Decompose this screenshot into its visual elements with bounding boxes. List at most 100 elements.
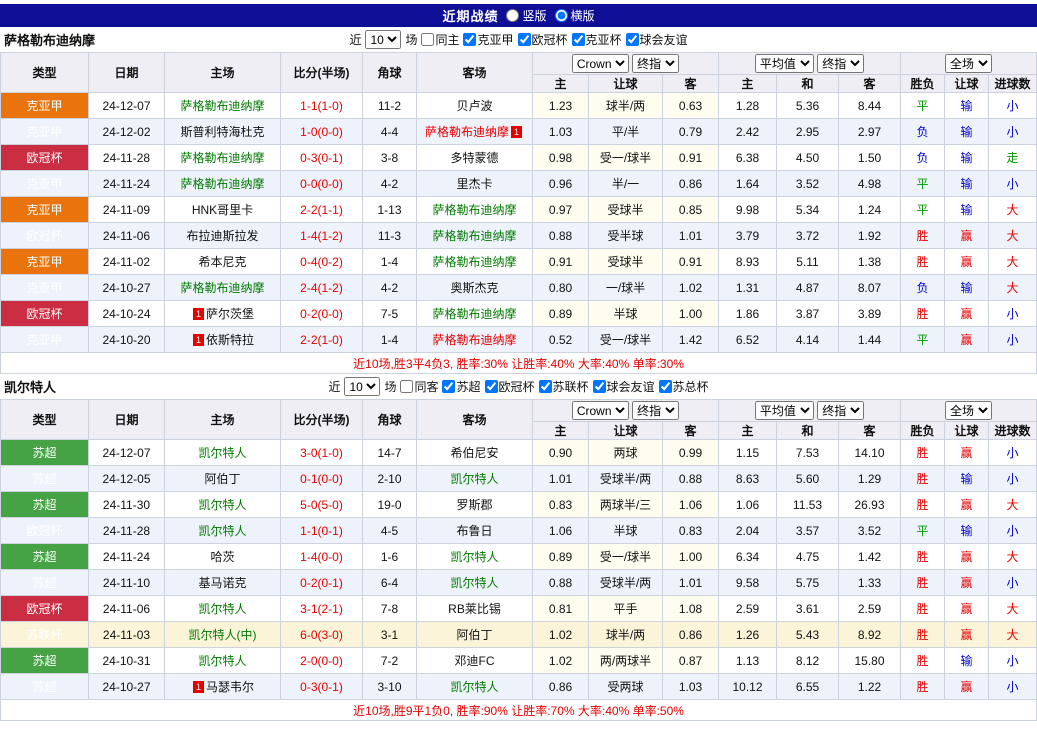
filter-checkboxes-1: 同客苏超欧冠杯苏联杯球会友谊苏总杯 bbox=[400, 378, 708, 395]
odds-group-header: Crown 终指 bbox=[533, 53, 719, 75]
team-name[interactable]: 凯尔特人 bbox=[450, 680, 498, 694]
team-name[interactable]: 贝卢波 bbox=[456, 99, 492, 113]
team-name[interactable]: 马瑟韦尔 bbox=[206, 680, 254, 694]
team-name[interactable]: 萨格勒布迪纳摩 bbox=[432, 229, 516, 243]
team-name[interactable]: 凯尔特人 bbox=[198, 602, 246, 616]
avg-home-cell: 10.12 bbox=[719, 674, 777, 700]
layout-horizontal-option[interactable]: 横版 bbox=[555, 7, 595, 24]
bookmaker-select[interactable]: Crown bbox=[572, 54, 629, 73]
fulltime-select[interactable]: 全场 bbox=[945, 401, 992, 420]
odds-home-cell: 1.23 bbox=[533, 93, 589, 119]
filter-option-球会友谊[interactable]: 球会友谊 bbox=[626, 31, 688, 48]
team-name[interactable]: 萨格勒布迪纳摩 bbox=[432, 307, 516, 321]
bookmaker-select[interactable]: Crown bbox=[572, 401, 629, 420]
goals-result-cell: 小 bbox=[989, 119, 1037, 145]
recent-count-select[interactable]: 10 bbox=[344, 377, 380, 396]
team-name[interactable]: 萨格勒布迪纳摩 bbox=[180, 281, 264, 295]
filter-option-苏超[interactable]: 苏超 bbox=[442, 378, 480, 395]
team-name[interactable]: 希本尼克 bbox=[198, 255, 246, 269]
team-name[interactable]: 罗斯郡 bbox=[456, 498, 492, 512]
filter-option-同主[interactable]: 同主 bbox=[421, 31, 459, 48]
matches-tbody-0: 克亚甲24-12-07萨格勒布迪纳摩1-1(1-0)11-2贝卢波1.23球半/… bbox=[1, 93, 1037, 353]
league-type-cell: 苏超 bbox=[1, 466, 89, 492]
avg-draw-cell: 5.36 bbox=[777, 93, 839, 119]
match-date-cell: 24-11-09 bbox=[89, 197, 165, 223]
team-name[interactable]: 萨格勒布迪纳摩 bbox=[425, 125, 509, 139]
handicap-line-cell: 受两球 bbox=[589, 674, 663, 700]
filter-checkbox[interactable] bbox=[485, 380, 498, 393]
team-name[interactable]: 凯尔特人 bbox=[198, 524, 246, 538]
filter-option-苏总杯[interactable]: 苏总杯 bbox=[659, 378, 709, 395]
team-name[interactable]: 布拉迪斯拉发 bbox=[186, 229, 258, 243]
filter-checkbox[interactable] bbox=[626, 33, 639, 46]
match-date-cell: 24-11-02 bbox=[89, 249, 165, 275]
filter-option-欧冠杯[interactable]: 欧冠杯 bbox=[485, 378, 535, 395]
filter-checkbox[interactable] bbox=[442, 380, 455, 393]
team-name[interactable]: 基马诺克 bbox=[198, 576, 246, 590]
result-cell: 平 bbox=[901, 171, 945, 197]
recent-count-select[interactable]: 10 bbox=[365, 30, 401, 49]
team-name[interactable]: 萨格勒布迪纳摩 bbox=[180, 99, 264, 113]
filter-option-欧冠杯[interactable]: 欧冠杯 bbox=[518, 31, 568, 48]
team-name[interactable]: RB莱比锡 bbox=[448, 602, 501, 616]
team-name[interactable]: 哈茨 bbox=[210, 550, 234, 564]
team-name[interactable]: 斯普利特海杜克 bbox=[180, 125, 264, 139]
team-name[interactable]: 萨格勒布迪纳摩 bbox=[432, 255, 516, 269]
filter-option-克亚甲[interactable]: 克亚甲 bbox=[463, 31, 513, 48]
average-select[interactable]: 平均值 bbox=[755, 54, 814, 73]
team-name[interactable]: HNK哥里卡 bbox=[192, 203, 253, 217]
odds-home-cell: 0.91 bbox=[533, 249, 589, 275]
final-odds-select-2[interactable]: 终指 bbox=[817, 54, 864, 73]
away-team-cell: 凯尔特人 bbox=[417, 544, 533, 570]
team-name[interactable]: 萨格勒布迪纳摩 bbox=[432, 333, 516, 347]
filter-checkbox[interactable] bbox=[659, 380, 672, 393]
team-name[interactable]: 凯尔特人(中) bbox=[189, 628, 257, 642]
team-name[interactable]: 凯尔特人 bbox=[198, 446, 246, 460]
team-name[interactable]: 凯尔特人 bbox=[198, 498, 246, 512]
team-name[interactable]: 邓迪FC bbox=[455, 654, 495, 668]
team-name[interactable]: 凯尔特人 bbox=[450, 576, 498, 590]
layout-vertical-option[interactable]: 竖版 bbox=[506, 7, 546, 24]
team-name[interactable]: 多特蒙德 bbox=[450, 151, 498, 165]
team-name[interactable]: 布鲁日 bbox=[456, 524, 492, 538]
team-name[interactable]: 萨尔茨堡 bbox=[206, 307, 254, 321]
team-name[interactable]: 希伯尼安 bbox=[450, 446, 498, 460]
final-odds-select[interactable]: 终指 bbox=[632, 401, 679, 420]
team-name[interactable]: 凯尔特人 bbox=[450, 472, 498, 486]
filter-option-克亚杯[interactable]: 克亚杯 bbox=[572, 31, 622, 48]
team-name[interactable]: 阿伯丁 bbox=[204, 472, 240, 486]
vertical-radio[interactable] bbox=[506, 9, 519, 22]
final-odds-select[interactable]: 终指 bbox=[632, 54, 679, 73]
team-name[interactable]: 萨格勒布迪纳摩 bbox=[180, 177, 264, 191]
filter-checkbox[interactable] bbox=[518, 33, 531, 46]
team-name[interactable]: 凯尔特人 bbox=[450, 550, 498, 564]
fulltime-select[interactable]: 全场 bbox=[945, 54, 992, 73]
col-handicap-result: 让球 bbox=[945, 422, 989, 440]
filter-option-苏联杯[interactable]: 苏联杯 bbox=[539, 378, 589, 395]
filter-checkbox[interactable] bbox=[400, 380, 413, 393]
team-name[interactable]: 依斯特拉 bbox=[206, 333, 254, 347]
home-team-cell: 萨格勒布迪纳摩 bbox=[165, 93, 281, 119]
team-name[interactable]: 萨格勒布迪纳摩 bbox=[180, 151, 264, 165]
page-title: 近期战绩 bbox=[442, 6, 498, 25]
filter-option-球会友谊[interactable]: 球会友谊 bbox=[593, 378, 655, 395]
score-cell: 1-1(1-0) bbox=[281, 93, 363, 119]
filter-checkbox[interactable] bbox=[463, 33, 476, 46]
filter-checkbox[interactable] bbox=[421, 33, 434, 46]
team-name[interactable]: 凯尔特人 bbox=[198, 654, 246, 668]
col-result: 胜负 bbox=[901, 75, 945, 93]
filter-checkbox[interactable] bbox=[572, 33, 585, 46]
team-name[interactable]: 阿伯丁 bbox=[456, 628, 492, 642]
team-name[interactable]: 萨格勒布迪纳摩 bbox=[432, 203, 516, 217]
filter-option-同客[interactable]: 同客 bbox=[400, 378, 438, 395]
league-type-cell: 苏超 bbox=[1, 440, 89, 466]
odds-home-cell: 1.06 bbox=[533, 518, 589, 544]
horizontal-radio[interactable] bbox=[555, 9, 568, 22]
team-name[interactable]: 奥斯杰克 bbox=[450, 281, 498, 295]
final-odds-select-2[interactable]: 终指 bbox=[817, 401, 864, 420]
odds-away-cell: 0.99 bbox=[663, 440, 719, 466]
team-name[interactable]: 里杰卡 bbox=[456, 177, 492, 191]
average-select[interactable]: 平均值 bbox=[755, 401, 814, 420]
filter-checkbox[interactable] bbox=[539, 380, 552, 393]
filter-checkbox[interactable] bbox=[593, 380, 606, 393]
